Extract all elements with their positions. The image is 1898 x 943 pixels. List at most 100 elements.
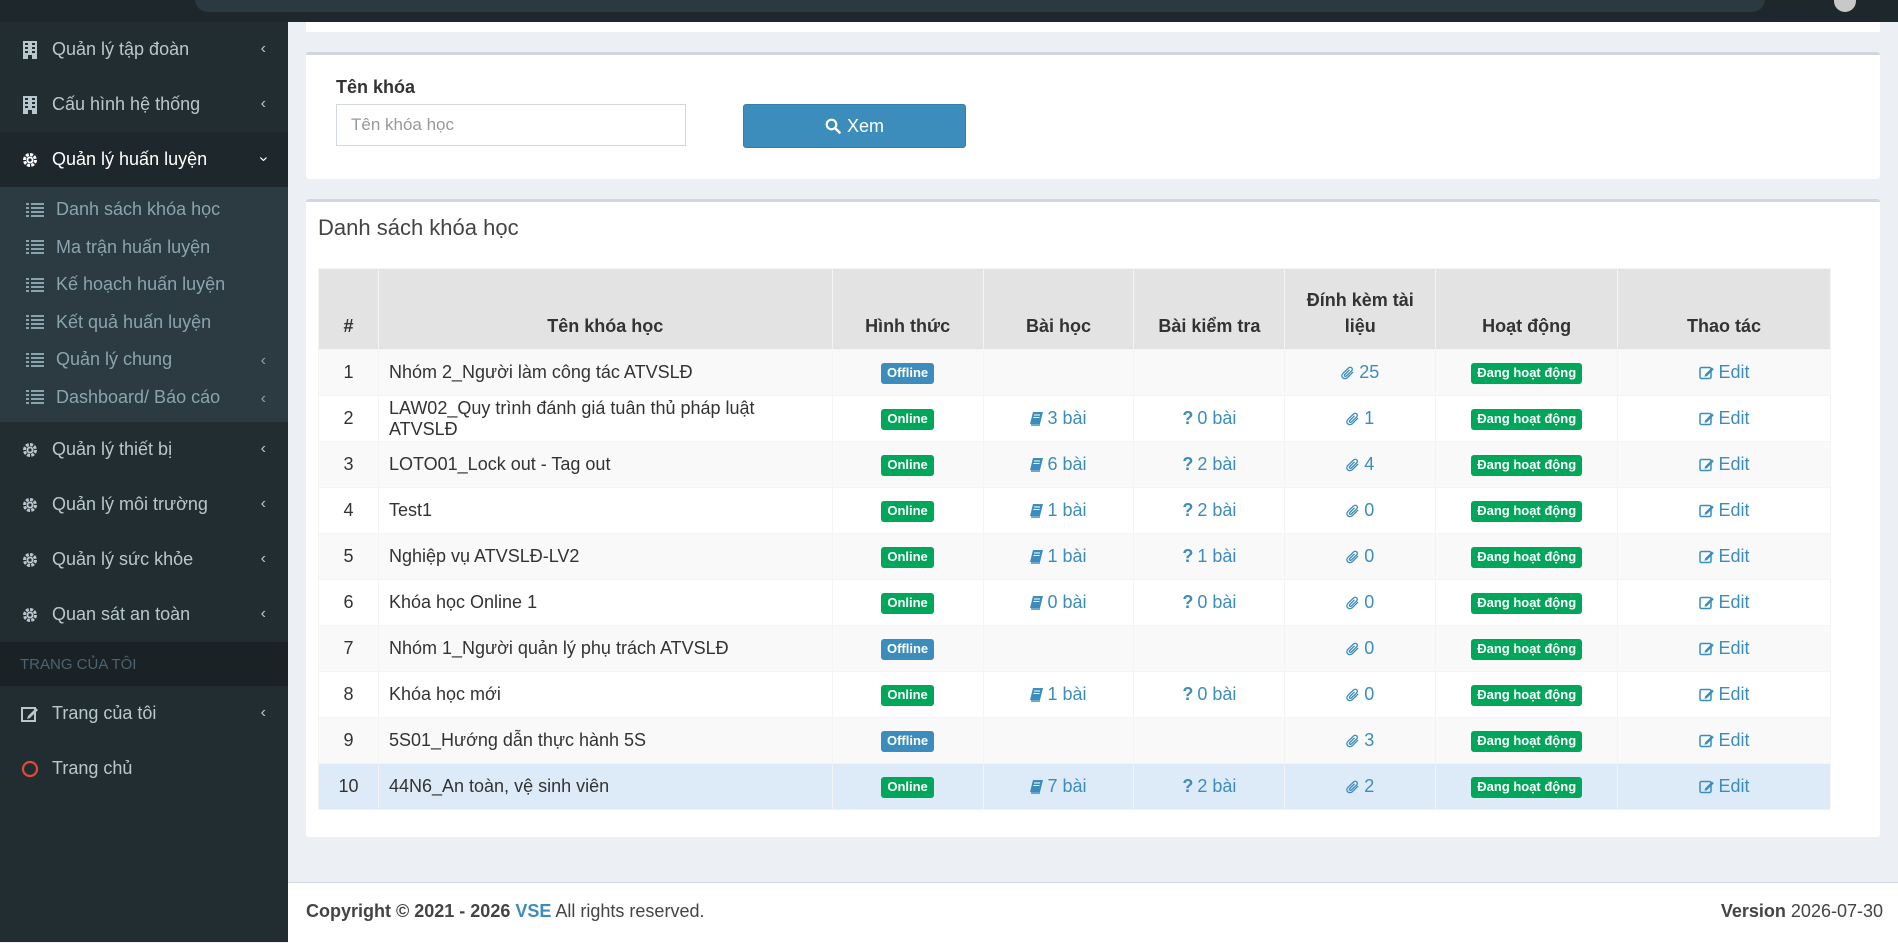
lessons-link[interactable]: 3 bài <box>1030 408 1087 428</box>
sidebar-subitem-dashboard-report[interactable]: Dashboard/ Báo cáo ‹ <box>0 379 288 417</box>
sidebar-item-equipment[interactable]: Quản lý thiết bị ‹ <box>0 422 288 477</box>
course-table: # Tên khóa học Hình thức Bài học Bài kiể… <box>318 268 1831 810</box>
gear-icon <box>20 605 40 625</box>
status-cell: Đang hoạt động <box>1435 625 1619 672</box>
mode-cell: Online <box>831 533 984 580</box>
tests-link[interactable]: ? 2 bài <box>1182 454 1236 474</box>
edit-link[interactable]: Edit <box>1698 362 1750 382</box>
edit-link[interactable]: Edit <box>1698 500 1750 520</box>
course-name: Nhóm 1_Người quản lý phụ trách ATVSLĐ <box>377 625 833 672</box>
tests-link[interactable]: ? 0 bài <box>1182 408 1236 428</box>
table-row[interactable]: 4 Test1 Online 1 bài? 2 bài 0 Đang hoạt động Ed… <box>318 487 1831 534</box>
column-header[interactable]: # <box>318 268 379 350</box>
attachments-link[interactable]: 3 <box>1346 730 1374 750</box>
attachments-link[interactable]: 0 <box>1346 684 1374 704</box>
column-header[interactable]: Tên khóa học <box>377 268 833 350</box>
attachments-link[interactable]: 2 <box>1346 776 1374 796</box>
table-row[interactable]: 6 Khóa học Online 1 Online 0 bài? 0 bài 0 Đang… <box>318 579 1831 626</box>
column-header[interactable]: Hoạt động <box>1435 268 1619 350</box>
list-icon <box>26 315 44 330</box>
lessons-link[interactable]: 0 bài <box>1030 592 1087 612</box>
status-badge: Đang hoạt động <box>1471 639 1583 660</box>
sidebar-item-safety-observation[interactable]: Quan sát an toàn ‹ <box>0 587 288 642</box>
sidebar-item-health[interactable]: Quản lý sức khỏe ‹ <box>0 532 288 587</box>
lessons-link[interactable]: 6 bài <box>1030 454 1087 474</box>
list-icon <box>26 202 44 217</box>
chevron-left-icon: ‹ <box>260 605 266 622</box>
attach-count: 25 <box>1359 362 1380 382</box>
edit-link[interactable]: Edit <box>1698 684 1750 704</box>
tests-link[interactable]: ? 2 bài <box>1182 500 1236 520</box>
attachments-link[interactable]: 0 <box>1346 592 1374 612</box>
edit-label: Edit <box>1718 362 1750 382</box>
table-row[interactable]: 5 Nghiệp vụ ATVSLĐ-LV2 Online 1 bài? 1 bài 0 Đ… <box>318 533 1831 580</box>
edit-link[interactable]: Edit <box>1698 546 1750 566</box>
sidebar-subitem-general-management[interactable]: Quản lý chung ‹ <box>0 341 288 379</box>
tests-link[interactable]: ? 0 bài <box>1182 684 1236 704</box>
column-header[interactable]: Bài học <box>982 268 1135 350</box>
mode-cell: Offline <box>831 717 984 764</box>
lessons-link[interactable]: 1 bài <box>1030 500 1087 520</box>
sidebar-item-home[interactable]: Trang chủ <box>0 741 288 796</box>
attachments-link[interactable]: 1 <box>1346 408 1374 428</box>
attachments-link[interactable]: 25 <box>1341 362 1379 382</box>
course-name: LOTO01_Lock out - Tag out <box>377 441 833 488</box>
edit-link[interactable]: Edit <box>1698 730 1750 750</box>
address-bar[interactable] <box>195 0 1765 12</box>
attach-cell: 25 <box>1284 349 1437 396</box>
sidebar-item-environment[interactable]: Quản lý môi trường ‹ <box>0 477 288 532</box>
attachments-link[interactable]: 4 <box>1346 454 1374 474</box>
attachments-link[interactable]: 0 <box>1346 638 1374 658</box>
table-row[interactable]: 8 Khóa học mới Online 1 bài? 0 bài 0 Đang hoạt… <box>318 671 1831 718</box>
edit-icon <box>1698 734 1714 748</box>
attachments-link[interactable]: 0 <box>1346 500 1374 520</box>
copyright: Copyright © 2021 - 2026 VSE All rights r… <box>306 901 704 922</box>
course-name-input[interactable] <box>336 104 686 146</box>
edit-link[interactable]: Edit <box>1698 408 1750 428</box>
attach-cell: 0 <box>1284 671 1437 718</box>
brand-link[interactable]: VSE <box>515 901 551 921</box>
tests-link[interactable]: ? 2 bài <box>1182 776 1236 796</box>
table-row[interactable]: 9 5S01_Hướng dẫn thực hành 5S Offline 3 Đang… <box>318 717 1831 764</box>
lessons-link[interactable]: 1 bài <box>1030 546 1087 566</box>
table-row[interactable]: 1 Nhóm 2_Người làm công tác ATVSLĐ Offline… <box>318 349 1831 396</box>
tests-count: 2 bài <box>1197 500 1237 520</box>
column-header[interactable]: Thao tác <box>1617 268 1831 350</box>
table-row[interactable]: 2 LAW02_Quy trình đánh giá tuân thủ pháp … <box>318 395 1831 442</box>
tests-link[interactable]: ? 1 bài <box>1182 546 1236 566</box>
paperclip-icon <box>1346 458 1359 472</box>
column-header[interactable]: Hình thức <box>831 268 984 350</box>
lessons-link[interactable]: 7 bài <box>1030 776 1087 796</box>
sidebar-item-label: Quản lý tập đoàn <box>52 39 190 59</box>
attach-count: 1 <box>1364 408 1375 428</box>
mode-cell: Offline <box>831 625 984 672</box>
column-header[interactable]: Đính kèm tài liệu <box>1284 268 1437 350</box>
lessons-link[interactable]: 1 bài <box>1030 684 1087 704</box>
sidebar-item-group-management[interactable]: Quản lý tập đoàn ‹ <box>0 22 288 77</box>
avatar[interactable] <box>1834 0 1856 12</box>
sidebar-subitem-training-results[interactable]: Kết quả huấn luyện <box>0 304 288 342</box>
edit-link[interactable]: Edit <box>1698 592 1750 612</box>
attachments-link[interactable]: 0 <box>1346 546 1374 566</box>
view-button[interactable]: Xem <box>743 104 966 148</box>
sidebar-item-my-page[interactable]: Trang của tôi ‹ <box>0 686 288 741</box>
course-name: Test1 <box>377 487 833 534</box>
table-row[interactable]: 10 44N6_An toàn, vệ sinh viên Online 7 bài?… <box>318 763 1831 810</box>
table-row[interactable]: 3 LOTO01_Lock out - Tag out Online 6 bài? 2 … <box>318 441 1831 488</box>
tests-count: 0 bài <box>1197 684 1237 704</box>
sidebar-subitem-training-plan[interactable]: Kế hoạch huấn luyện <box>0 266 288 304</box>
sidebar-item-training-management[interactable]: Quản lý huấn luyện ‹ <box>0 132 288 187</box>
sidebar-subitem-training-matrix[interactable]: Ma trận huấn luyện <box>0 229 288 267</box>
column-header[interactable]: Bài kiểm tra <box>1133 268 1286 350</box>
sidebar-item-system-config[interactable]: Cấu hình hệ thống ‹ <box>0 77 288 132</box>
tests-link[interactable]: ? 0 bài <box>1182 592 1236 612</box>
status-cell: Đang hoạt động <box>1435 533 1619 580</box>
sidebar-subitem-course-list[interactable]: Danh sách khóa học <box>0 191 288 229</box>
tests-count: 2 bài <box>1197 776 1237 796</box>
edit-link[interactable]: Edit <box>1698 454 1750 474</box>
edit-link[interactable]: Edit <box>1698 776 1750 796</box>
edit-link[interactable]: Edit <box>1698 638 1750 658</box>
attach-cell: 2 <box>1284 763 1437 810</box>
course-name: Khóa học Online 1 <box>377 579 833 626</box>
table-row[interactable]: 7 Nhóm 1_Người quản lý phụ trách ATVSLĐ Of… <box>318 625 1831 672</box>
